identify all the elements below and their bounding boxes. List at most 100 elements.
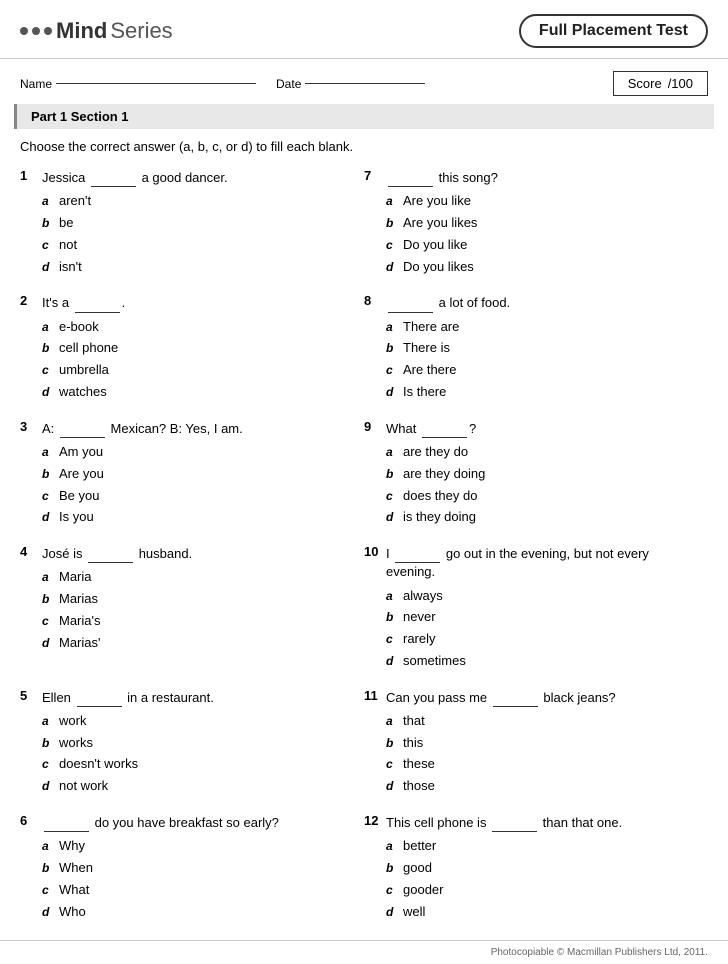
dot-1 <box>20 27 28 35</box>
question-header: 3A: Mexican? B: Yes, I am. <box>20 419 354 438</box>
option-item: cgooder <box>386 880 698 901</box>
option-letter: b <box>386 465 398 484</box>
option-item: cdoes they do <box>386 486 698 507</box>
name-line <box>56 83 256 84</box>
copyright-text: Photocopiable © Macmillan Publishers Ltd… <box>491 947 708 958</box>
option-item: c Do you like <box>386 235 698 256</box>
dot-3 <box>44 27 52 35</box>
blank-underline <box>395 544 440 563</box>
option-item: bbe <box>42 213 354 234</box>
option-item: dIs there <box>386 382 698 403</box>
question-block: 5Ellen in a restaurant.aworkbworkscdoesn… <box>20 680 364 805</box>
option-text: works <box>59 733 93 754</box>
question-number: 1 <box>20 168 36 183</box>
blank-underline <box>492 813 537 832</box>
date-line <box>305 83 425 84</box>
option-item: cthese <box>386 754 698 775</box>
option-text: not work <box>59 776 108 797</box>
option-item: dsometimes <box>386 651 698 672</box>
options-list: aMariabMariascMaria'sdMarias' <box>42 567 354 653</box>
option-text: not <box>59 235 77 256</box>
option-item: dwell <box>386 902 698 923</box>
question-header: 2It's a . <box>20 293 354 312</box>
options-list: aAm youbAre youcBe youdIs you <box>42 442 354 528</box>
option-item: bAre you <box>42 464 354 485</box>
options-list: aThere areb There iscAre theredIs there <box>386 317 698 403</box>
option-letter: d <box>42 903 54 922</box>
question-number: 2 <box>20 293 36 308</box>
option-text: Do you like <box>403 235 467 256</box>
info-row: Name Date Score /100 <box>0 59 728 104</box>
blank-underline <box>44 813 89 832</box>
option-item: bMarias <box>42 589 354 610</box>
question-number: 8 <box>364 293 380 308</box>
option-item: aThere are <box>386 317 698 338</box>
footer: Photocopiable © Macmillan Publishers Ltd… <box>0 940 728 964</box>
question-block: 2It's a .ae-bookbcell phonecumbrelladwat… <box>20 285 364 410</box>
question-number: 11 <box>364 688 380 703</box>
option-letter: d <box>386 383 398 402</box>
question-header: 11Can you pass me black jeans? <box>364 688 698 707</box>
question-text: this song? <box>386 168 498 187</box>
option-item: cAre there <box>386 360 698 381</box>
option-item: cnot <box>42 235 354 256</box>
option-letter: b <box>42 465 54 484</box>
question-header: 8 a lot of food. <box>364 293 698 312</box>
question-block: 11Can you pass me black jeans?athatbthis… <box>364 680 708 805</box>
section-label: Part 1 Section 1 <box>31 109 129 124</box>
name-field: Name <box>20 77 256 91</box>
instructions: Choose the correct answer (a, b, c, or d… <box>0 129 728 160</box>
option-letter: b <box>42 859 54 878</box>
question-text: This cell phone is than that one. <box>386 813 622 832</box>
option-text: this <box>403 733 423 754</box>
options-list: aworkbworkscdoesn't worksdnot work <box>42 711 354 797</box>
option-item: dWho <box>42 902 354 923</box>
option-letter: a <box>386 837 398 856</box>
option-text: There is <box>403 338 450 359</box>
question-header: 5Ellen in a restaurant. <box>20 688 354 707</box>
date-field: Date <box>276 77 425 91</box>
option-item: aare they do <box>386 442 698 463</box>
option-text: Marias <box>59 589 98 610</box>
option-letter: a <box>42 318 54 337</box>
option-letter: c <box>386 361 398 380</box>
option-text: e-book <box>59 317 99 338</box>
question-header: 9What ? <box>364 419 698 438</box>
option-letter: c <box>42 881 54 900</box>
blank-underline <box>77 688 122 707</box>
option-item: bworks <box>42 733 354 754</box>
option-text: good <box>403 858 432 879</box>
option-letter: a <box>386 587 398 606</box>
option-letter: a <box>42 712 54 731</box>
blank-underline <box>75 293 120 312</box>
logo-dots <box>20 27 52 35</box>
option-letter: b <box>386 339 398 358</box>
option-letter: a <box>42 837 54 856</box>
blank-underline <box>91 168 136 187</box>
option-item: bthis <box>386 733 698 754</box>
question-text: a lot of food. <box>386 293 510 312</box>
score-value: /100 <box>668 76 693 91</box>
question-header: 4José is husband. <box>20 544 354 563</box>
score-box: Score /100 <box>613 71 708 96</box>
option-letter: c <box>42 612 54 631</box>
option-text: rarely <box>403 629 436 650</box>
page-title: Full Placement Test <box>519 14 708 48</box>
question-number: 5 <box>20 688 36 703</box>
option-text: better <box>403 836 436 857</box>
option-letter: c <box>42 487 54 506</box>
question-number: 12 <box>364 813 380 828</box>
option-text: doesn't works <box>59 754 138 775</box>
question-block: 7 this song?aAre you likebAre you likesc… <box>364 160 708 285</box>
instructions-text: Choose the correct answer (a, b, c, or d… <box>20 139 353 154</box>
option-item: dis they doing <box>386 507 698 528</box>
name-label: Name <box>20 77 52 91</box>
blank-underline <box>60 419 105 438</box>
option-text: sometimes <box>403 651 466 672</box>
option-item: aAre you like <box>386 191 698 212</box>
options-list: ae-bookbcell phonecumbrelladwatches <box>42 317 354 403</box>
option-letter: c <box>42 755 54 774</box>
blank-underline <box>493 688 538 707</box>
option-letter: c <box>386 881 398 900</box>
option-letter: c <box>386 236 398 255</box>
